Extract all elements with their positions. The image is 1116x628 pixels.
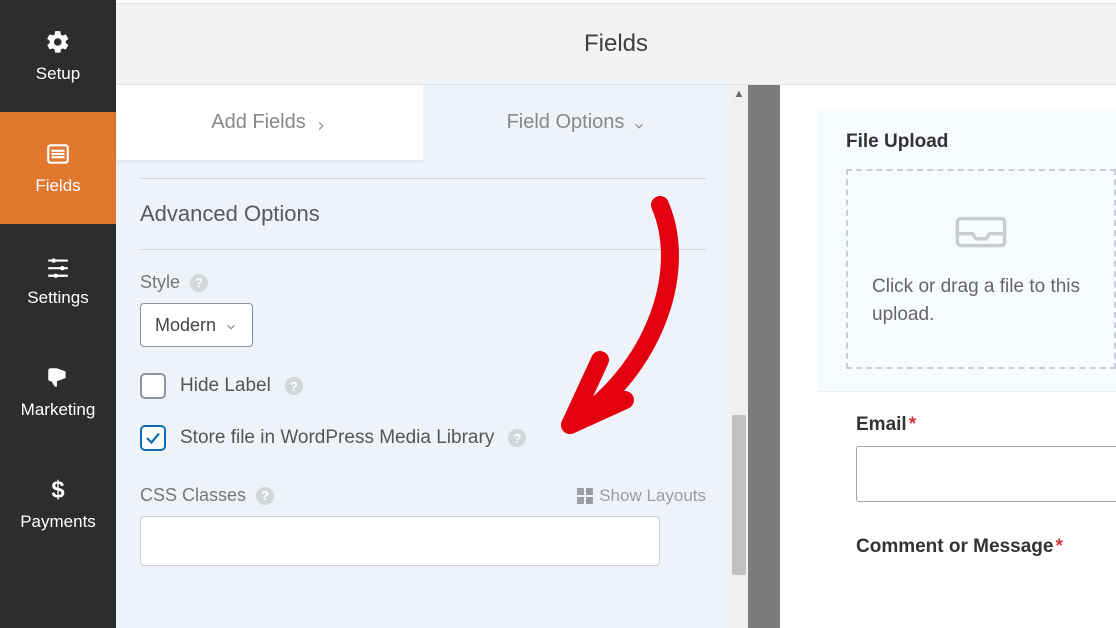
- help-icon[interactable]: ?: [508, 429, 526, 447]
- inbox-icon: [954, 209, 1008, 255]
- hide-label-text: Hide Label: [180, 375, 271, 397]
- svg-text:$: $: [51, 477, 64, 503]
- divider: [140, 249, 706, 250]
- email-input[interactable]: [856, 446, 1116, 502]
- hide-label-row: Hide Label ?: [140, 373, 706, 399]
- advanced-title: Advanced Options: [140, 179, 706, 249]
- required-asterisk: *: [909, 414, 916, 435]
- file-upload-label: File Upload: [846, 131, 1116, 153]
- grid-icon: [577, 488, 593, 504]
- file-upload-field[interactable]: File Upload Click or drag a file to this…: [818, 109, 1116, 392]
- style-select[interactable]: Modern: [140, 303, 253, 347]
- header-bar: Fields: [116, 3, 1116, 85]
- sidebar-label-payments: Payments: [20, 512, 96, 532]
- sidebar-item-settings[interactable]: Settings: [0, 224, 116, 336]
- chevron-down-icon: [224, 318, 238, 332]
- style-label: Style: [140, 272, 180, 293]
- dollar-icon: $: [44, 476, 72, 504]
- tab-field-options[interactable]: Field Options: [423, 85, 730, 160]
- store-file-checkbox[interactable]: [140, 425, 166, 451]
- tab-add-label: Add Fields: [211, 111, 306, 134]
- style-value: Modern: [155, 315, 216, 336]
- css-label: CSS Classes: [140, 485, 246, 506]
- bullhorn-icon: [44, 364, 72, 392]
- list-icon: [44, 140, 72, 168]
- help-icon[interactable]: ?: [256, 487, 274, 505]
- sidebar-label-settings: Settings: [27, 288, 88, 308]
- sidebar-item-marketing[interactable]: Marketing: [0, 336, 116, 448]
- css-label-row: CSS Classes ?: [140, 485, 274, 506]
- hide-label-checkbox[interactable]: [140, 373, 166, 399]
- options-panel: Add Fields Field Options Advanced Option…: [116, 85, 730, 628]
- sidebar-item-fields[interactable]: Fields: [0, 112, 116, 224]
- required-asterisk: *: [1055, 536, 1062, 557]
- dropzone-text: Click or drag a file to this upload.: [848, 273, 1114, 330]
- tabs: Add Fields Field Options: [116, 85, 730, 160]
- file-dropzone[interactable]: Click or drag a file to this upload.: [846, 169, 1116, 369]
- sidebar-item-setup[interactable]: Setup: [0, 0, 116, 112]
- form-preview: File Upload Click or drag a file to this…: [780, 85, 1116, 628]
- sidebar-item-payments[interactable]: $ Payments: [0, 448, 116, 560]
- gear-icon: [44, 28, 72, 56]
- email-field-group: Email*: [818, 392, 1116, 502]
- sidebar-label-marketing: Marketing: [21, 400, 96, 420]
- chevron-right-icon: [314, 116, 328, 130]
- sidebar-label-fields: Fields: [35, 176, 80, 196]
- show-layouts-label: Show Layouts: [599, 486, 706, 506]
- page-title: Fields: [584, 30, 648, 58]
- panel-divider: [748, 85, 780, 628]
- scrollbar-track[interactable]: ▲: [730, 85, 748, 628]
- help-icon[interactable]: ?: [190, 274, 208, 292]
- scroll-up-icon[interactable]: ▲: [730, 85, 748, 103]
- email-label: Email*: [856, 414, 1116, 436]
- comment-field-group: Comment or Message*: [818, 502, 1116, 558]
- store-file-text: Store file in WordPress Media Library: [180, 427, 494, 449]
- style-label-row: Style ?: [140, 272, 706, 293]
- sliders-icon: [44, 252, 72, 280]
- tab-options-label: Field Options: [507, 111, 625, 134]
- css-classes-input[interactable]: [140, 516, 660, 566]
- css-classes-section: CSS Classes ? Show Layouts: [140, 485, 706, 566]
- show-layouts-button[interactable]: Show Layouts: [577, 486, 706, 506]
- comment-label: Comment or Message*: [856, 536, 1116, 558]
- help-icon[interactable]: ?: [285, 377, 303, 395]
- store-file-row: Store file in WordPress Media Library ?: [140, 425, 706, 451]
- sidebar-label-setup: Setup: [36, 64, 80, 84]
- tab-add-fields[interactable]: Add Fields: [116, 85, 423, 160]
- chevron-down-icon: [632, 116, 646, 130]
- scrollbar-thumb[interactable]: [732, 415, 746, 575]
- sidebar: Setup Fields Settings Marketing $ Paymen…: [0, 0, 116, 628]
- advanced-options: Advanced Options Style ? Modern Hide Lab…: [116, 160, 730, 566]
